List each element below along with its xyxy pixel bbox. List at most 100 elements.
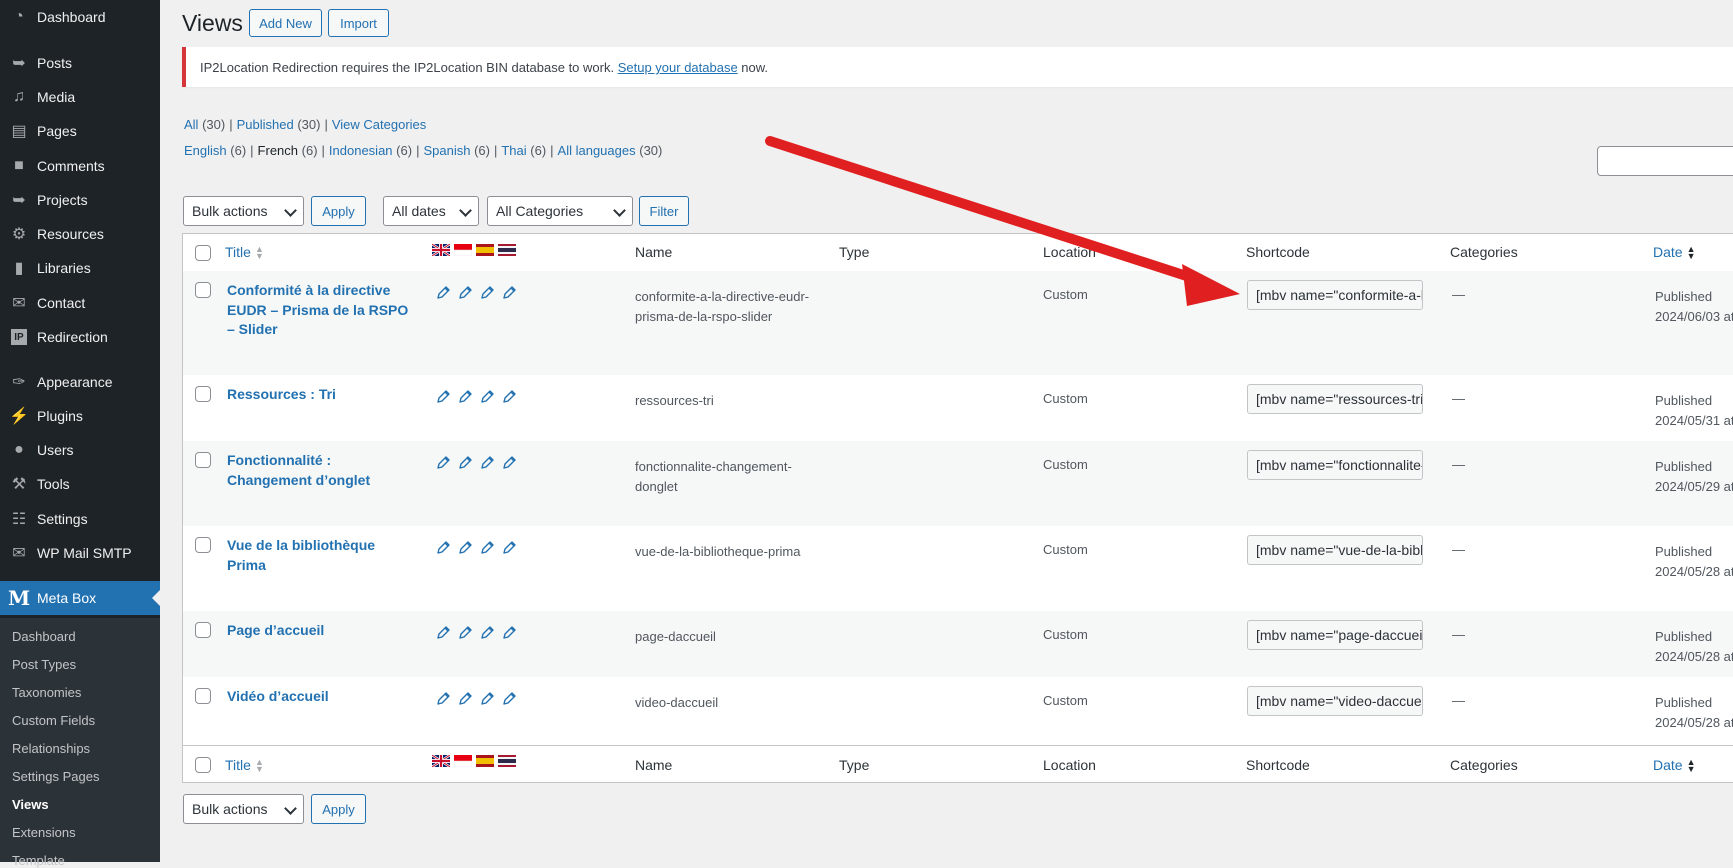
shortcode-input[interactable]: [mbv name="page-daccueil"] (1247, 620, 1423, 650)
apply-button[interactable]: Apply (311, 196, 366, 226)
submenu-relationships[interactable]: Relationships (12, 741, 90, 756)
view-title-link[interactable]: Vue de la bibliothèque Prima (227, 536, 417, 575)
menu-contact[interactable]: ✉ Contact (0, 286, 160, 320)
row-checkbox[interactable] (195, 386, 211, 402)
submenu-views[interactable]: Views (12, 797, 49, 812)
edit-translation-pencil-icon[interactable] (479, 285, 495, 301)
edit-translation-pencil-icon[interactable] (435, 625, 451, 641)
setup-database-link[interactable]: Setup your database (618, 60, 738, 75)
edit-translation-pencil-icon[interactable] (435, 691, 451, 707)
view-title-link[interactable]: Ressources : Tri (227, 385, 417, 405)
shortcode-input[interactable]: [mbv name="fonctionnalite-changement-don… (1247, 450, 1423, 480)
menu-posts[interactable]: ➥ Posts (0, 46, 160, 80)
edit-translation-pencil-icon[interactable] (479, 455, 495, 471)
lang-indonesian[interactable]: Indonesian (6) (329, 143, 412, 158)
shortcode-input[interactable]: [mbv name="vue-de-la-bibliotheque-prima"… (1247, 535, 1423, 565)
lang-all[interactable]: All languages (30) (558, 143, 663, 158)
filter-all[interactable]: All (30) (184, 117, 225, 132)
menu-settings[interactable]: ☷ Settings (0, 502, 160, 536)
edit-translation-pencil-icon[interactable] (457, 455, 473, 471)
row-checkbox[interactable] (195, 622, 211, 638)
edit-translation-pencil-icon[interactable] (479, 389, 495, 405)
submenu-taxonomies[interactable]: Taxonomies (12, 685, 81, 700)
spain-flag-icon[interactable] (476, 755, 494, 767)
submenu-template[interactable]: Template (12, 853, 65, 868)
menu-dashboard[interactable]: ◔ Dashboard (0, 0, 160, 34)
edit-translation-pencil-icon[interactable] (457, 285, 473, 301)
lang-french[interactable]: French (6) (258, 143, 318, 158)
import-button[interactable]: Import (328, 9, 389, 37)
view-title-link[interactable]: Conformité à la directive EUDR – Prisma … (227, 281, 417, 340)
menu-libraries[interactable]: ▮ Libraries (0, 251, 160, 285)
bulk-actions-select[interactable]: Bulk actions (183, 196, 304, 226)
uk-flag-icon[interactable] (432, 244, 450, 256)
edit-translation-pencil-icon[interactable] (501, 455, 517, 471)
edit-translation-pencil-icon[interactable] (501, 540, 517, 556)
row-checkbox[interactable] (195, 688, 211, 704)
bulk-actions-select-bottom[interactable]: Bulk actions (183, 794, 304, 824)
edit-translation-pencil-icon[interactable] (501, 285, 517, 301)
edit-translation-pencil-icon[interactable] (479, 625, 495, 641)
indonesia-flag-icon[interactable] (454, 755, 472, 767)
filter-published[interactable]: Published (30) (237, 117, 321, 132)
shortcode-input[interactable]: [mbv name="video-daccueil"] (1247, 686, 1423, 716)
edit-translation-pencil-icon[interactable] (457, 625, 473, 641)
lang-thai[interactable]: Thai (6) (501, 143, 546, 158)
add-new-button[interactable]: Add New (249, 9, 322, 37)
edit-translation-pencil-icon[interactable] (435, 455, 451, 471)
edit-translation-pencil-icon[interactable] (457, 691, 473, 707)
thailand-flag-icon[interactable] (498, 755, 516, 767)
lang-english[interactable]: English (6) (184, 143, 246, 158)
apply-button-bottom[interactable]: Apply (311, 794, 366, 824)
submenu-settings-pages[interactable]: Settings Pages (12, 769, 99, 784)
row-checkbox[interactable] (195, 452, 211, 468)
submenu-custom-fields[interactable]: Custom Fields (12, 713, 95, 728)
select-all-checkbox[interactable] (195, 245, 211, 261)
row-checkbox[interactable] (195, 282, 211, 298)
edit-translation-pencil-icon[interactable] (501, 389, 517, 405)
categories-select[interactable]: All Categories (487, 196, 633, 226)
view-categories-link[interactable]: View Categories (332, 117, 426, 132)
submenu-extensions[interactable]: Extensions (12, 825, 76, 840)
menu-users[interactable]: ● Users (0, 433, 160, 467)
shortcode-input[interactable]: [mbv name="conformite-a-la-directive-eud… (1247, 280, 1423, 310)
edit-translation-pencil-icon[interactable] (479, 540, 495, 556)
select-all-checkbox[interactable] (195, 757, 211, 773)
edit-translation-pencil-icon[interactable] (501, 625, 517, 641)
edit-translation-pencil-icon[interactable] (479, 691, 495, 707)
menu-pages[interactable]: ▤ Pages (0, 114, 160, 148)
spain-flag-icon[interactable] (476, 244, 494, 256)
menu-resources[interactable]: ⚙ Resources (0, 217, 160, 251)
filter-button[interactable]: Filter (639, 196, 689, 226)
edit-translation-pencil-icon[interactable] (435, 389, 451, 405)
menu-plugins[interactable]: ⚡ Plugins (0, 399, 160, 433)
menu-meta-box[interactable]: M Meta Box (0, 581, 160, 615)
edit-translation-pencil-icon[interactable] (457, 540, 473, 556)
indonesia-flag-icon[interactable] (454, 244, 472, 256)
menu-media[interactable]: ♫ Media (0, 80, 160, 114)
title-column-header[interactable]: Title ▲ ▼ (225, 757, 264, 774)
menu-tools[interactable]: ⚒ Tools (0, 467, 160, 501)
row-checkbox[interactable] (195, 537, 211, 553)
thailand-flag-icon[interactable] (498, 244, 516, 256)
date-column-header[interactable]: Date ▲ ▼ (1653, 757, 1696, 774)
menu-wp-mail-smtp[interactable]: ✉ WP Mail SMTP (0, 536, 160, 570)
menu-appearance[interactable]: ✑ Appearance (0, 365, 160, 399)
edit-translation-pencil-icon[interactable] (457, 389, 473, 405)
date-column-header[interactable]: Date ▲ ▼ (1653, 244, 1696, 261)
view-title-link[interactable]: Fonctionnalité : Changement d’onglet (227, 451, 417, 490)
edit-translation-pencil-icon[interactable] (435, 285, 451, 301)
menu-redirection[interactable]: IP Redirection (0, 320, 160, 354)
uk-flag-icon[interactable] (432, 755, 450, 767)
menu-projects[interactable]: ➥ Projects (0, 183, 160, 217)
view-title-link[interactable]: Page d’accueil (227, 621, 417, 641)
shortcode-input[interactable]: [mbv name="ressources-tri"] (1247, 384, 1423, 414)
lang-spanish[interactable]: Spanish (6) (423, 143, 490, 158)
title-column-header[interactable]: Title ▲ ▼ (225, 244, 264, 261)
search-input[interactable] (1597, 146, 1733, 176)
submenu-dashboard[interactable]: Dashboard (12, 629, 76, 644)
view-title-link[interactable]: Vidéo d’accueil (227, 687, 417, 707)
edit-translation-pencil-icon[interactable] (435, 540, 451, 556)
dates-select[interactable]: All dates (383, 196, 479, 226)
edit-translation-pencil-icon[interactable] (501, 691, 517, 707)
